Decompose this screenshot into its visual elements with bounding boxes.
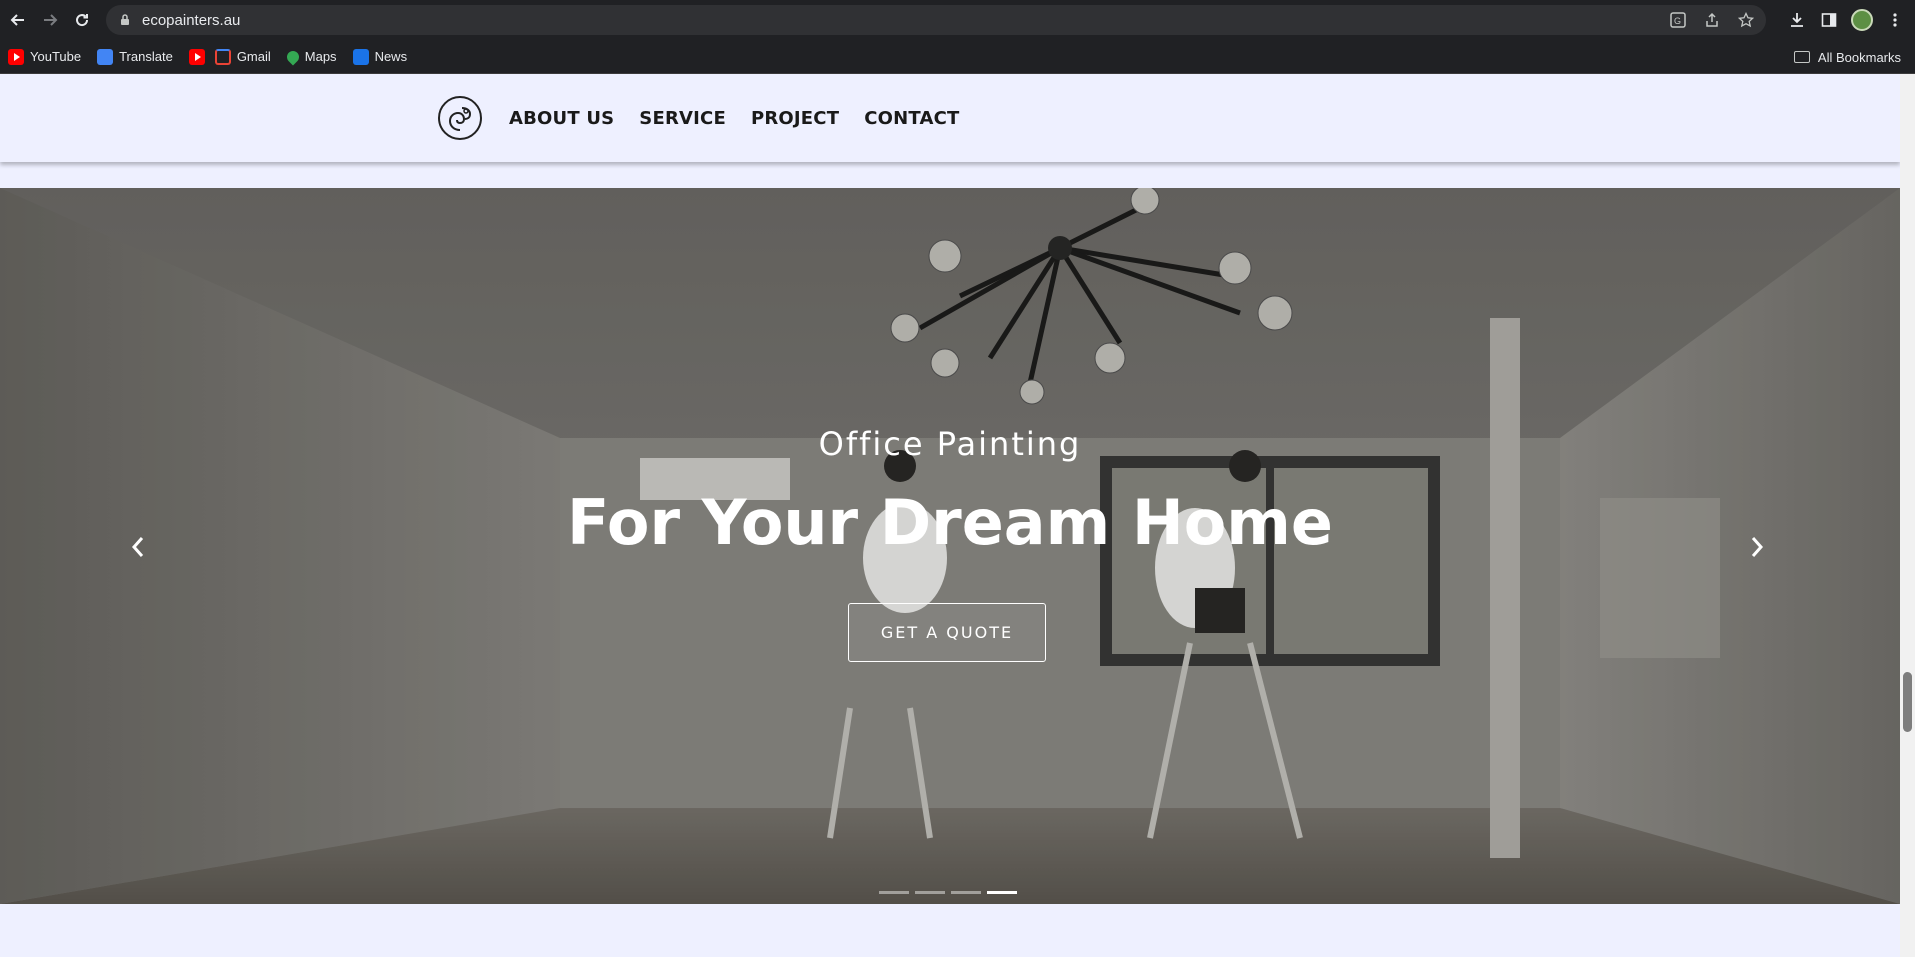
web-page: ABOUT US SERVICE PROJECT CONTACT Office …: [0, 74, 1900, 957]
get-a-quote-button[interactable]: GET A QUOTE: [848, 603, 1046, 662]
arrow-left-icon: [10, 14, 24, 26]
bookmark-maps[interactable]: Maps: [284, 48, 337, 65]
news-icon: [352, 48, 369, 65]
hero-title: For Your Dream Home: [567, 486, 1333, 559]
carousel-indicator-2[interactable]: [915, 891, 945, 894]
back-button[interactable]: [2, 4, 34, 36]
profile-avatar[interactable]: [1851, 9, 1873, 31]
gmail-icon: [214, 48, 231, 65]
bookmark-youtube-2[interactable]: [188, 48, 205, 65]
nav-contact[interactable]: CONTACT: [864, 108, 959, 129]
reload-icon: [76, 14, 89, 27]
hero-carousel: Office Painting For Your Dream Home GET …: [0, 188, 1900, 904]
forward-button[interactable]: [34, 4, 66, 36]
carousel-indicator-1[interactable]: [879, 891, 909, 894]
hero-subtitle: Office Painting: [818, 425, 1082, 463]
site-header: ABOUT US SERVICE PROJECT CONTACT: [0, 74, 1900, 162]
menu-kebab-icon[interactable]: [1885, 10, 1905, 30]
translate-icon: [97, 48, 114, 65]
youtube-icon: [8, 48, 24, 65]
translate-page-icon[interactable]: G: [1668, 10, 1688, 30]
bookmark-gmail[interactable]: Gmail: [214, 48, 271, 65]
chameleon-logo-icon: [448, 107, 472, 131]
address-bar[interactable]: ecopainters.au G: [106, 5, 1766, 35]
bookmark-translate[interactable]: Translate: [97, 48, 173, 65]
site-logo[interactable]: [438, 96, 482, 140]
carousel-indicator-3[interactable]: [951, 891, 981, 894]
scrollbar-thumb[interactable]: [1903, 672, 1912, 732]
nav-service[interactable]: SERVICE: [639, 108, 726, 129]
bookmark-news[interactable]: News: [352, 48, 407, 65]
page-scrollbar[interactable]: [1900, 74, 1915, 957]
nav-project[interactable]: PROJECT: [751, 108, 839, 129]
maps-icon: [284, 48, 302, 65]
reload-button[interactable]: [66, 4, 98, 36]
carousel-indicator-4[interactable]: [987, 891, 1017, 894]
site-nav: ABOUT US SERVICE PROJECT CONTACT: [509, 74, 959, 162]
carousel-indicators: [879, 891, 1017, 894]
url-text: ecopainters.au: [142, 11, 241, 29]
share-icon[interactable]: [1702, 10, 1722, 30]
bookmarks-bar: YouTube Translate Gmail Maps News All Bo…: [0, 40, 1915, 74]
nav-about-us[interactable]: ABOUT US: [509, 108, 614, 129]
folder-icon: [1793, 51, 1810, 63]
lock-icon: [118, 13, 132, 27]
arrow-right-icon: [44, 14, 58, 26]
svg-text:G: G: [1674, 16, 1681, 26]
browser-toolbar: ecopainters.au G: [0, 0, 1915, 40]
side-panel-icon[interactable]: [1819, 10, 1839, 30]
bookmark-youtube[interactable]: YouTube: [8, 48, 81, 65]
youtube-icon: [188, 48, 205, 65]
all-bookmarks-button[interactable]: All Bookmarks: [1793, 40, 1901, 74]
bookmark-star-icon[interactable]: [1736, 10, 1756, 30]
download-icon[interactable]: [1787, 10, 1807, 30]
